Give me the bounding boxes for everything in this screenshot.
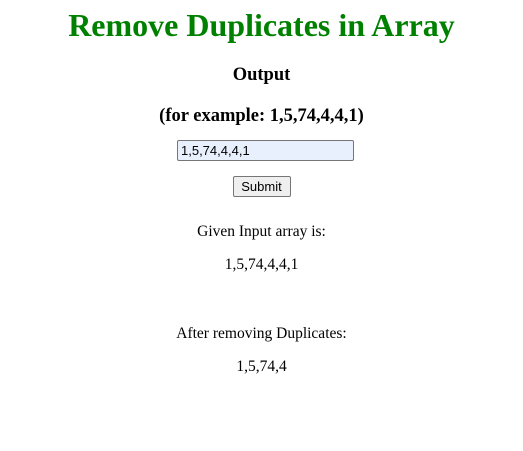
given-input-value: 1,5,74,4,4,1 bbox=[224, 256, 299, 273]
input-row bbox=[0, 140, 523, 161]
output-heading: Output bbox=[232, 65, 291, 85]
page-container: Remove Duplicates in Array Output (for e… bbox=[0, 0, 523, 377]
submit-row: Submit bbox=[0, 176, 523, 197]
page-title: Remove Duplicates in Array bbox=[68, 7, 455, 43]
after-removing-label: After removing Duplicates: bbox=[176, 325, 347, 342]
submit-button[interactable]: Submit bbox=[232, 176, 291, 197]
given-input-label: Given Input array is: bbox=[197, 223, 326, 240]
after-removing-value: 1,5,74,4 bbox=[236, 358, 287, 375]
array-input[interactable] bbox=[177, 140, 354, 161]
example-hint: (for example: 1,5,74,4,4,1) bbox=[159, 106, 364, 126]
